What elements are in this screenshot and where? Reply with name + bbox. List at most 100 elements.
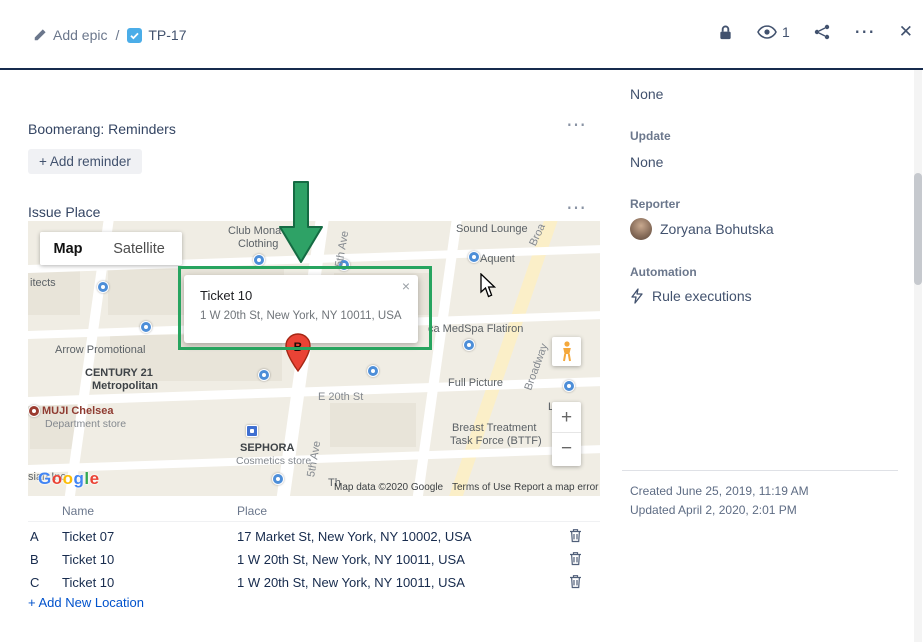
map-label: Cosmetics store — [236, 455, 311, 467]
more-icon: ⋯ — [566, 197, 587, 219]
row-letter: C — [30, 575, 39, 590]
row-letter: A — [30, 529, 39, 544]
map-label: Metropolitan — [92, 380, 158, 392]
created-timestamp: Created June 25, 2019, 11:19 AM — [630, 484, 809, 498]
terms-of-use-link[interactable]: Terms of Use — [452, 482, 511, 493]
google-logo[interactable]: Google — [38, 469, 100, 489]
map-block — [28, 267, 80, 315]
delete-location-button[interactable] — [569, 551, 582, 569]
update-field-value: None — [630, 154, 663, 170]
update-field-label: Update — [630, 129, 671, 143]
updated-timestamp: Updated April 2, 2020, 2:01 PM — [630, 503, 797, 517]
map-label: ca MedSpa Flatiron — [428, 323, 523, 335]
reminders-more-button[interactable]: ⋯ — [566, 112, 587, 137]
poi-icon — [367, 365, 379, 377]
issue-place-more-button[interactable]: ⋯ — [566, 195, 587, 220]
add-new-location-link[interactable]: + Add New Location — [28, 595, 144, 610]
map-label: Task Force (BTTF) — [450, 435, 542, 447]
map-type-map-button[interactable]: Map — [40, 232, 96, 265]
map-label: Club Mona — [228, 225, 281, 237]
share-button[interactable] — [814, 24, 830, 40]
reporter-field-label: Reporter — [630, 197, 680, 211]
logo-letter: G — [38, 469, 52, 488]
map-attribution: Map data ©2020 Google — [334, 482, 443, 493]
issue-key-label: TP-17 — [148, 27, 186, 43]
watch-button[interactable]: 1 — [757, 24, 790, 40]
row-name: Ticket 10 — [62, 575, 114, 590]
logo-letter: e — [90, 469, 100, 488]
watch-count: 1 — [782, 24, 790, 40]
map-label: Clothing — [238, 238, 278, 250]
trash-icon — [569, 528, 582, 543]
row-letter: B — [30, 552, 39, 567]
close-icon: ✕ — [899, 22, 913, 42]
row-name: Ticket 07 — [62, 529, 114, 544]
reporter-name: Zoryana Bohutska — [660, 221, 774, 237]
more-icon: ⋯ — [854, 22, 875, 42]
zoom-out-button[interactable]: − — [552, 433, 581, 464]
pegman-icon — [561, 341, 573, 362]
map-label: Full Picture — [448, 377, 503, 389]
map-label: SEPHORA — [240, 442, 294, 454]
scrollbar-track — [914, 70, 922, 642]
more-actions-button[interactable]: ⋯ — [854, 22, 875, 42]
mouse-cursor — [480, 273, 498, 299]
map-label: MUJI Chelsea — [42, 405, 114, 417]
poi-icon — [253, 254, 265, 266]
issue-key-link[interactable]: TP-17 — [127, 27, 186, 43]
header: Add epic / TP-17 1 ⋯ ✕ — [0, 0, 923, 70]
pegman-control[interactable] — [552, 337, 581, 366]
eye-icon — [757, 25, 777, 39]
report-map-error-link[interactable]: Report a map error — [514, 482, 598, 493]
pencil-icon — [33, 28, 47, 42]
row-place: 1 W 20th St, New York, NY 10011, USA — [237, 552, 465, 567]
header-actions: 1 ⋯ ✕ — [718, 22, 913, 42]
transit-icon — [246, 425, 258, 437]
logo-letter: o — [52, 469, 63, 488]
more-icon: ⋯ — [566, 114, 587, 136]
map-label: Sound Lounge — [456, 223, 528, 235]
row-place: 17 Market St, New York, NY 10002, USA — [237, 529, 472, 544]
map-type-control: Map Satellite — [40, 232, 182, 265]
breadcrumb-separator: / — [115, 27, 119, 43]
delete-location-button[interactable] — [569, 528, 582, 546]
lightning-bolt-icon — [630, 288, 644, 304]
poi-icon — [97, 281, 109, 293]
column-header-name: Name — [62, 504, 94, 518]
poi-icon — [28, 405, 40, 417]
map-label: Department store — [45, 418, 126, 430]
sidebar-divider — [622, 470, 898, 471]
poi-icon — [463, 339, 475, 351]
trash-icon — [569, 574, 582, 589]
map-label: Arrow Promotional — [55, 344, 145, 356]
scrollbar-thumb[interactable] — [914, 173, 922, 285]
table-divider — [28, 521, 600, 522]
map-label-street: E 20th St — [318, 391, 363, 403]
breadcrumb: Add epic / TP-17 — [33, 27, 187, 43]
reporter-field-value[interactable]: Zoryana Bohutska — [630, 218, 774, 240]
share-icon — [814, 24, 830, 40]
task-type-icon — [127, 28, 142, 43]
logo-letter: o — [63, 469, 74, 488]
map-type-satellite-button[interactable]: Satellite — [96, 232, 182, 265]
delete-location-button[interactable] — [569, 574, 582, 592]
logo-letter: g — [74, 469, 85, 488]
zoom-in-button[interactable]: + — [552, 402, 581, 433]
restrict-button[interactable] — [718, 24, 733, 41]
map-label: Breast Treatment — [452, 422, 536, 434]
poi-icon — [272, 473, 284, 485]
rule-executions-link[interactable]: Rule executions — [630, 288, 752, 304]
poi-icon — [468, 251, 480, 263]
close-button[interactable]: ✕ — [899, 22, 913, 42]
map-label: CENTURY 21 — [85, 367, 153, 379]
add-reminder-button[interactable]: + Add reminder — [28, 149, 142, 174]
annotation-arrow — [279, 181, 323, 263]
row-name: Ticket 10 — [62, 552, 114, 567]
row-place: 1 W 20th St, New York, NY 10011, USA — [237, 575, 465, 590]
lock-icon — [718, 24, 733, 41]
column-header-place: Place — [237, 504, 267, 518]
issue-place-section-title: Issue Place — [28, 204, 100, 220]
poi-icon — [258, 369, 270, 381]
add-epic-button[interactable]: Add epic — [33, 27, 107, 43]
trash-icon — [569, 551, 582, 566]
